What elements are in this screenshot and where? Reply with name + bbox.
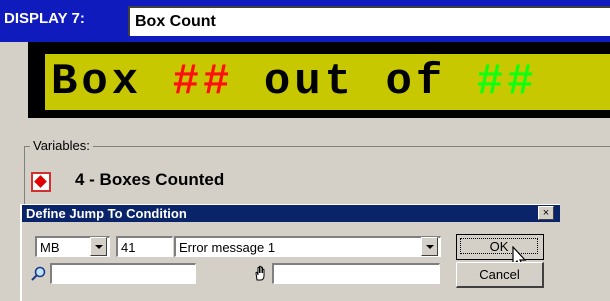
led-text-box: Box [51, 57, 173, 107]
variable-item[interactable]: 4 - Boxes Counted [75, 170, 224, 190]
search-icon [31, 265, 47, 281]
display-number-label: DISPLAY 7: [4, 10, 85, 27]
led-preview: Box ## out of ## [45, 54, 610, 110]
close-icon[interactable]: × [538, 206, 554, 220]
hand-field-value [274, 265, 439, 267]
hand-icon [255, 265, 265, 281]
ok-label: OK [489, 239, 509, 254]
display-name-field[interactable]: Box Count [128, 6, 610, 36]
number-field-value: 41 [121, 240, 136, 255]
message-dropdown-button[interactable] [421, 237, 438, 256]
ok-button[interactable]: OK [456, 234, 544, 260]
dialog-title: Define Jump To Condition [22, 205, 560, 222]
number-field[interactable]: 41 [116, 236, 173, 257]
message-select-value: Error message 1 [179, 240, 276, 255]
type-dropdown-button[interactable] [90, 237, 107, 256]
search-field[interactable] [50, 263, 196, 284]
search-field-value [52, 265, 195, 267]
variables-legend: Variables: [30, 138, 93, 153]
led-variable-red: ## [172, 57, 234, 107]
message-select[interactable]: Error message 1 [174, 236, 441, 257]
led-text-out-of: out of [233, 57, 477, 107]
hand-field[interactable] [272, 263, 440, 284]
led-variable-green: ## [476, 57, 538, 107]
cancel-button[interactable]: Cancel [456, 262, 544, 288]
